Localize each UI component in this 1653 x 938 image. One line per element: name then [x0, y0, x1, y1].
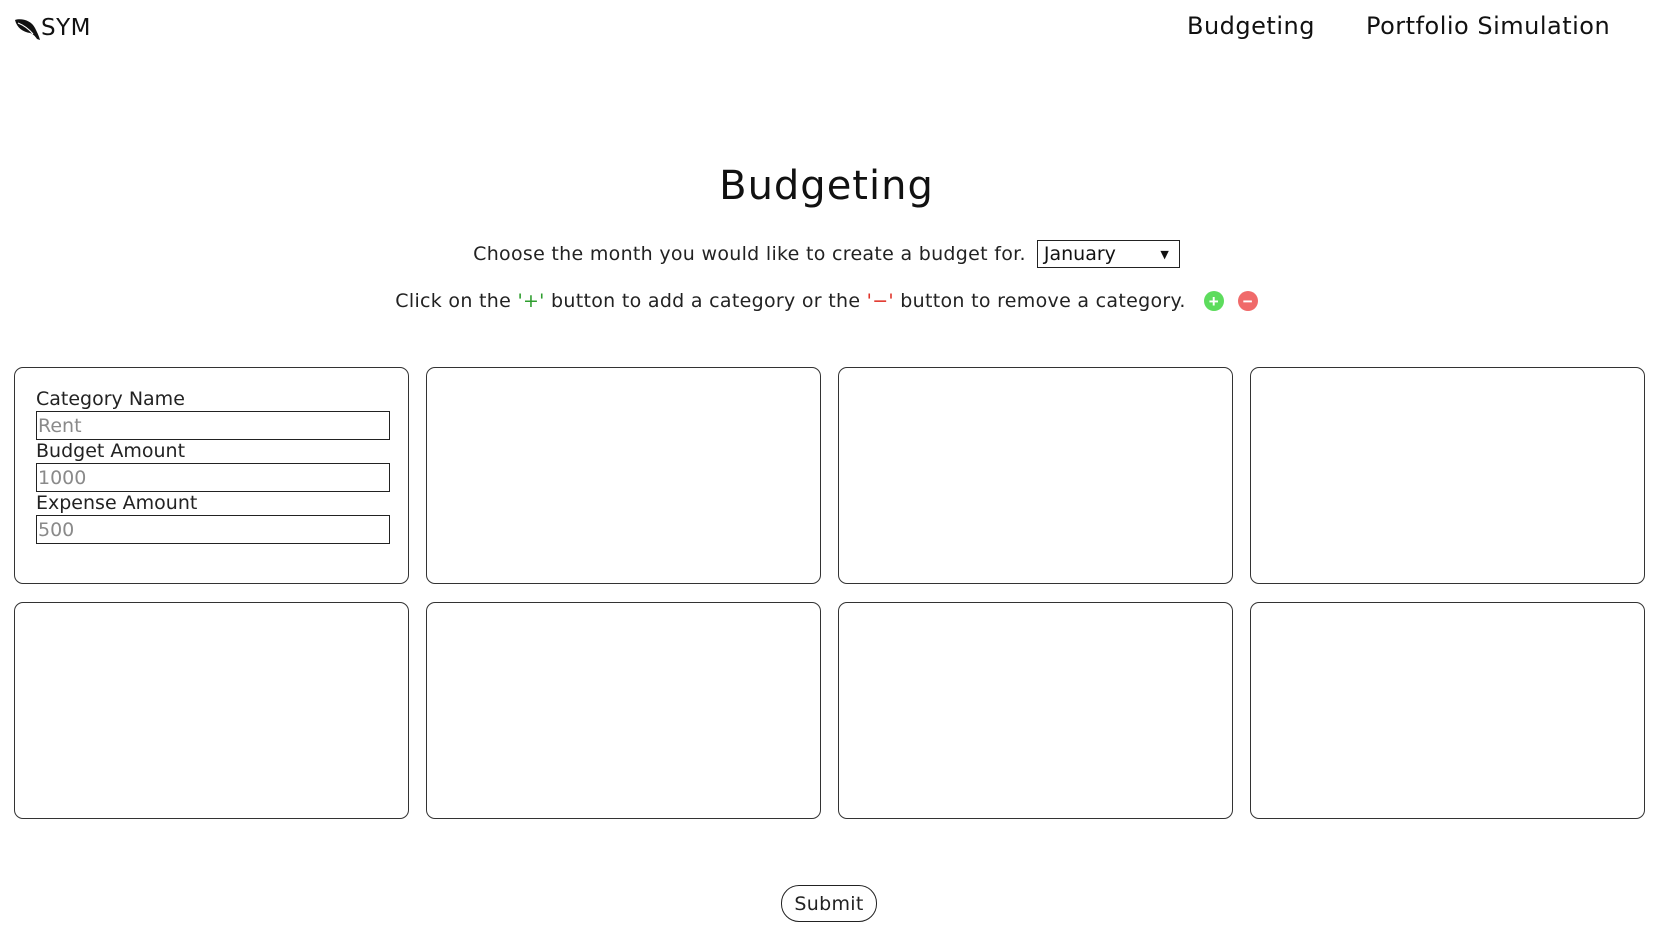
expense-amount-group: Expense Amount — [36, 492, 390, 544]
month-select[interactable]: January ▼ — [1036, 240, 1180, 268]
plus-circle-icon: + — [1208, 291, 1219, 311]
month-prompt: Choose the month you would like to creat… — [473, 243, 1026, 265]
budget-amount-input[interactable] — [36, 463, 390, 492]
category-card-empty — [1250, 602, 1645, 819]
logo[interactable]: SYM — [13, 14, 91, 42]
category-card-empty — [1250, 367, 1645, 584]
submit-button[interactable]: Submit — [781, 885, 877, 922]
category-card-empty — [838, 602, 1233, 819]
category-name-input[interactable] — [36, 411, 390, 440]
category-card-empty — [838, 367, 1233, 584]
remove-category-button[interactable]: − — [1237, 291, 1258, 311]
logo-text: SYM — [41, 15, 91, 41]
add-category-button[interactable]: + — [1203, 291, 1224, 311]
category-name-label: Category Name — [36, 388, 185, 410]
nav-link-budgeting[interactable]: Budgeting — [1187, 12, 1315, 40]
caret-down-icon: ▼ — [1160, 247, 1169, 261]
help-plus-glyph: '+' — [517, 290, 545, 312]
budget-amount-group: Budget Amount — [36, 440, 390, 492]
help-text-middle: button to add a category or the — [544, 290, 867, 312]
minus-circle-icon: − — [1242, 291, 1253, 311]
month-select-value: January — [1043, 243, 1116, 265]
help-text-before: Click on the — [395, 290, 518, 312]
category-name-group: Category Name — [36, 388, 390, 440]
page: SYM Budgeting Portfolio Simulation Budge… — [0, 0, 1653, 938]
month-row: Choose the month you would like to creat… — [0, 240, 1653, 268]
budget-amount-label: Budget Amount — [36, 440, 186, 462]
help-row: Click on the '+' button to add a categor… — [0, 290, 1653, 312]
page-title: Budgeting — [719, 163, 934, 209]
nav-link-portfolio-simulation[interactable]: Portfolio Simulation — [1366, 12, 1610, 40]
category-card-empty — [426, 602, 821, 819]
category-card: Category Name Budget Amount Expense Amou… — [14, 367, 409, 584]
category-grid: Category Name Budget Amount Expense Amou… — [14, 367, 1645, 819]
leaf-logo-icon — [15, 19, 40, 40]
expense-amount-input[interactable] — [36, 515, 390, 544]
category-card-empty — [14, 602, 409, 819]
help-text-after: button to remove a category. — [893, 290, 1186, 312]
help-minus-glyph: '−' — [866, 290, 894, 312]
expense-amount-label: Expense Amount — [36, 492, 198, 514]
category-card-empty — [426, 367, 821, 584]
